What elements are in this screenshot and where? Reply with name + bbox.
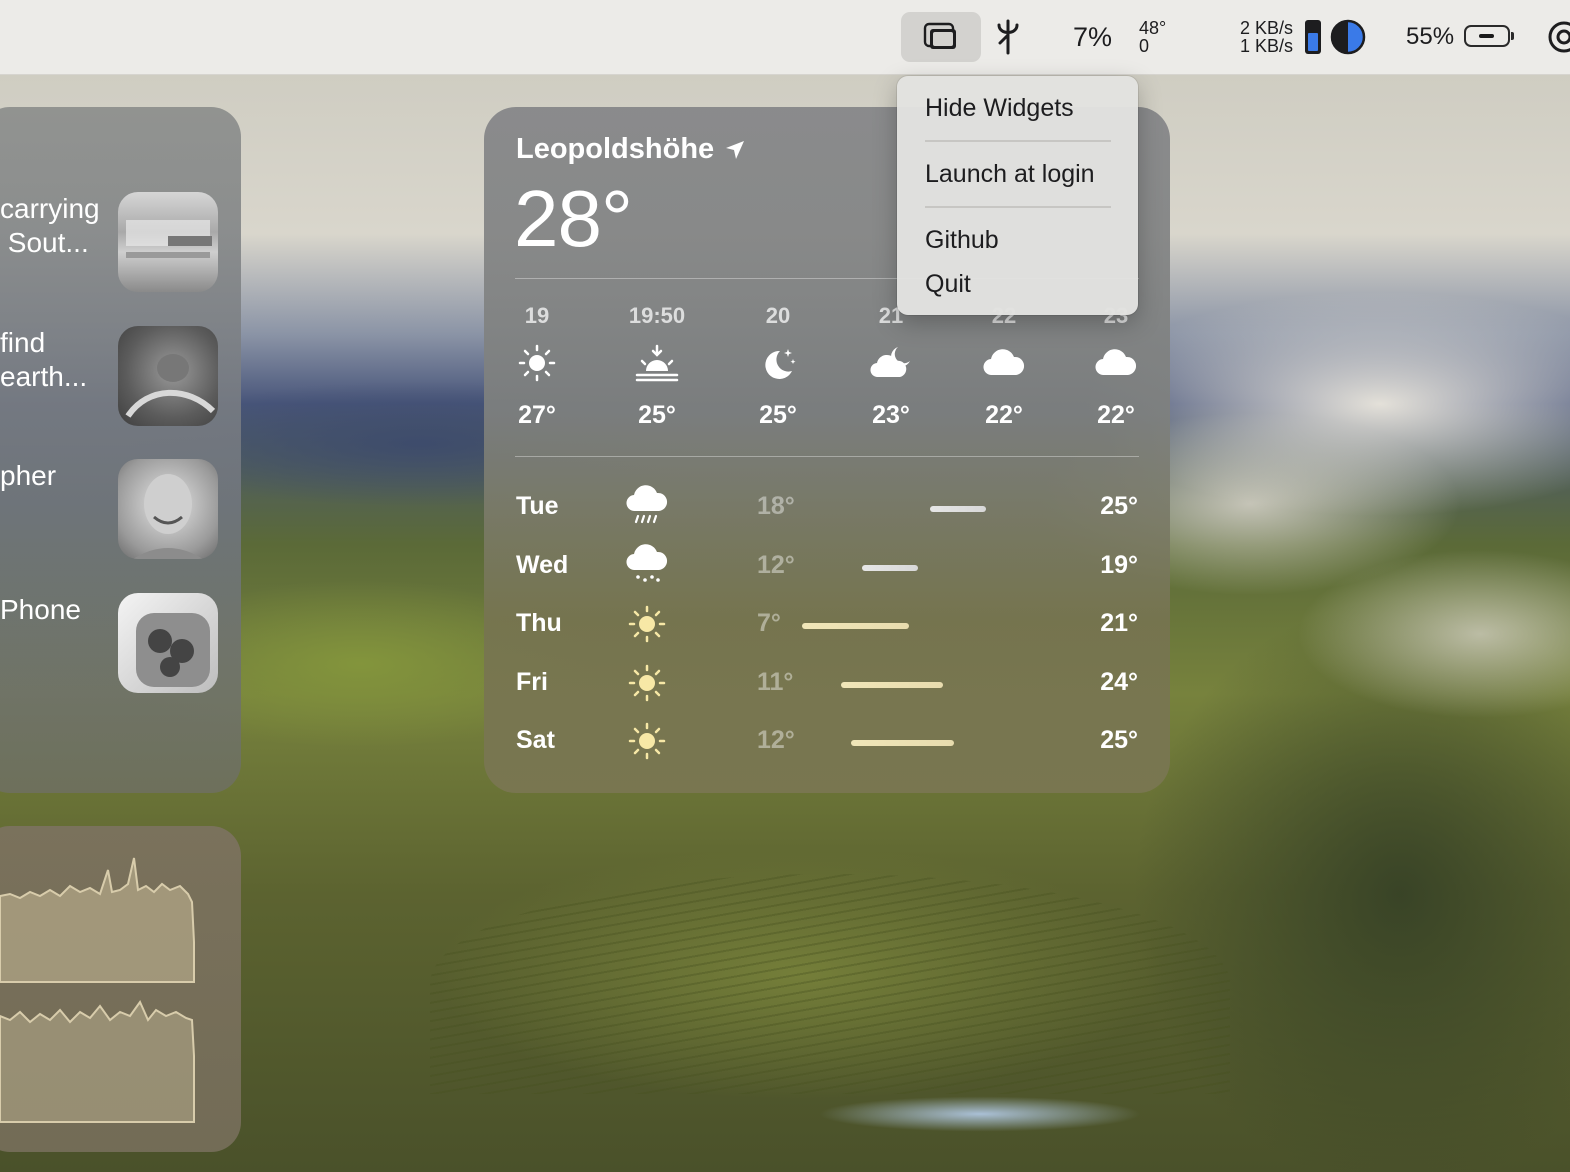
sun-icon [518,344,556,382]
day-name: Sat [516,726,555,754]
location-name: Leopoldshöhe [516,133,715,165]
menu-item-quit[interactable]: Quit [925,270,971,299]
day-high-temp: 25° [1100,726,1138,754]
location-arrow-icon [726,140,745,159]
hourly-forecast-item: 19:50 25° [607,303,707,430]
daily-forecast-row: Sat 12° 25° [484,716,1170,766]
widgets-window-icon [923,22,956,49]
hourly-forecast-item: 21 23° [841,303,941,430]
news-headline: pher [0,460,57,491]
memory-menubar-item[interactable] [1304,0,1322,74]
cloud-icon [983,349,1025,376]
battery-icon[interactable] [1464,25,1514,47]
temperature-range-bar [851,740,954,746]
menu-item-github[interactable]: Github [925,226,999,255]
temperature-range-bar [861,565,918,571]
hourly-forecast-item: 19 27° [487,303,587,430]
cloud-drizzle-icon [626,544,668,582]
news-item[interactable]: carrying Sout... [0,192,221,292]
day-low-temp: 12° [757,551,795,579]
temperature-range-bar [802,623,909,629]
menu-separator [925,140,1111,142]
daily-forecast-row: Thu 7° 21° [484,599,1170,649]
cloud-moon-icon [870,347,910,378]
temperature-range-bar [930,506,987,512]
day-name: Wed [516,551,569,579]
network-speed-readout[interactable]: 2 KB/s 1 KB/s [1240,0,1293,74]
daily-forecast-row: Wed 12° 19° [484,541,1170,591]
temperature-readout[interactable]: 48° 0 [1139,0,1166,74]
news-headline: carrying Sout... [0,193,100,258]
day-name: Thu [516,609,562,637]
day-high-temp: 21° [1100,609,1138,637]
news-thumbnail [118,459,218,559]
news-item[interactable]: pher [0,459,221,559]
hour-temp: 25° [759,401,797,429]
widgets-menubar-button[interactable] [901,12,981,62]
hour-temp: 25° [638,401,676,429]
day-low-temp: 18° [757,492,795,520]
news-thumbnail [118,192,218,292]
day-low-temp: 11° [757,668,794,696]
fork-icon [997,19,1019,55]
current-temperature: 28° [514,174,633,263]
day-name: Fri [516,668,548,696]
sun-icon [628,664,666,702]
hour-temp: 22° [985,401,1023,429]
news-thumbnail [118,593,218,693]
temperature-bottom: 0 [1139,36,1150,56]
half-circle-icon [1330,19,1366,55]
hour-time: 20 [765,303,791,328]
battery-percent-text[interactable]: 55% [1406,0,1454,74]
hourly-forecast-item: 20 25° [728,303,828,430]
sun-icon [628,605,666,643]
account-icon [1548,21,1570,53]
daily-forecast-row: Tue 18° 25° [484,482,1170,532]
day-high-temp: 25° [1100,492,1138,520]
menu-bar: 7% 48° 0 2 KB/s 1 KB/s 55% [0,0,1570,75]
sun-icon [628,722,666,760]
news-headline: Phone [0,594,81,625]
news-headline: find earth... [0,327,88,392]
moon-stars-icon [765,349,796,379]
account-menubar-item[interactable] [1546,0,1570,74]
sunset-icon [635,344,679,382]
cpu-usage-text[interactable]: 7% [1073,0,1112,74]
location-header: Leopoldshöhe [516,133,746,166]
fork-menubar-item[interactable] [992,0,1024,74]
day-name: Tue [516,492,559,520]
activity-chart [0,857,195,1123]
hour-time: 19:50 [628,303,686,328]
news-thumbnail [118,326,218,426]
news-item[interactable]: find earth... [0,326,221,426]
net-upload-speed: 2 KB/s [1240,18,1294,38]
widgets-dropdown-menu: Hide Widgets Launch at login Github Quit [897,76,1138,315]
cloud-icon [1095,349,1137,376]
menu-item-launch-at-login[interactable]: Launch at login [925,160,1095,189]
temperature-top: 48° [1139,18,1167,38]
hourly-forecast-item: 22 22° [954,303,1054,430]
day-high-temp: 24° [1100,668,1138,696]
cloud-rain-icon [626,485,668,524]
hourly-forecast-item: 23 22° [1066,303,1166,430]
news-item[interactable]: Phone [0,593,221,693]
disk-menubar-item[interactable] [1330,0,1366,74]
news-widget[interactable]: carrying Sout... find earth... pher Phon… [0,107,241,793]
divider [515,456,1139,457]
temperature-range-bar [840,682,944,688]
hour-time: 19 [524,303,550,328]
daily-forecast-row: Fri 11° 24° [484,658,1170,708]
day-low-temp: 7° [757,609,781,637]
net-download-speed: 1 KB/s [1240,36,1294,56]
memory-bar-icon [1305,20,1321,54]
menu-separator [925,206,1111,208]
stats-chart-widget[interactable] [0,826,241,1152]
day-high-temp: 19° [1100,551,1138,579]
menu-item-hide-widgets[interactable]: Hide Widgets [925,94,1074,123]
hour-temp: 27° [518,401,556,429]
day-low-temp: 12° [757,726,795,754]
vineyard-rows [430,874,1230,1094]
hour-temp: 23° [872,401,910,429]
hour-temp: 22° [1097,401,1135,429]
